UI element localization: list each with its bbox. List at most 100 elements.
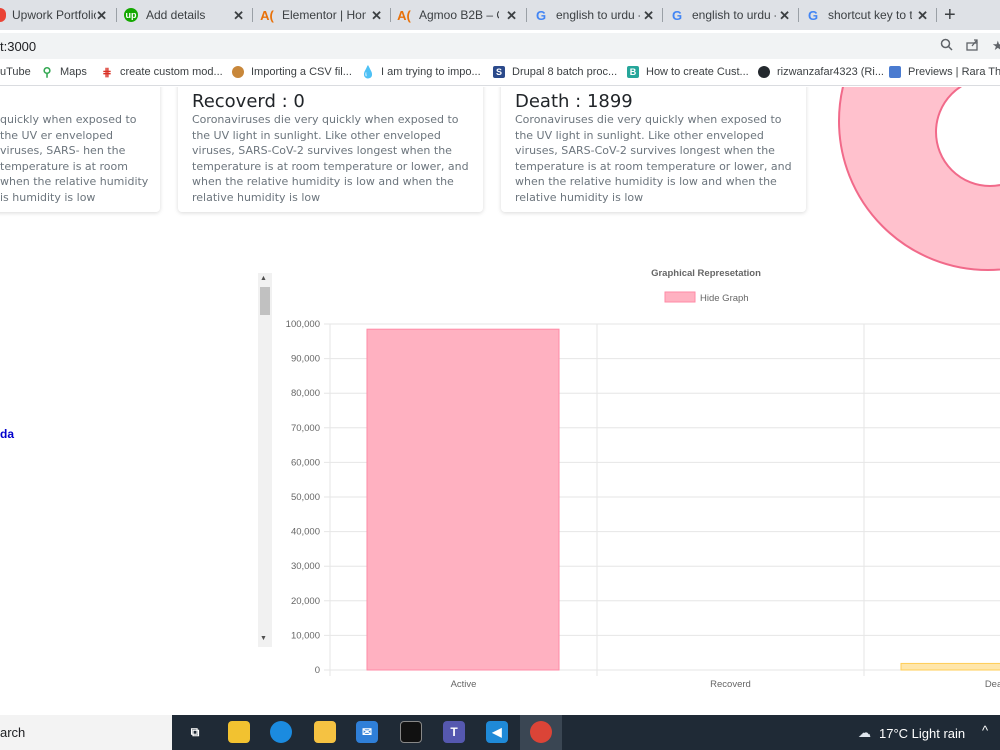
drupal-icon: 💧 [360,65,376,79]
search-text: arch [0,725,26,740]
tab-add-details[interactable]: up Add details ✕ [124,0,250,30]
close-icon[interactable]: ✕ [643,8,654,24]
y-tick-label: 0 [315,665,320,676]
google-icon: G [671,7,683,23]
browser-toolbar: t:3000 ★ [0,30,1000,62]
legend[interactable]: Hide Graph [664,291,749,304]
legend-swatch[interactable] [664,291,696,303]
terminal-icon[interactable] [400,721,422,743]
chart-title: Graphical Represetation [651,268,761,279]
previews-icon [889,66,901,78]
bookmark-previews[interactable]: Previews | Rara The... [889,66,1000,78]
y-tick-label: 80,000 [291,388,320,399]
bookmark-github[interactable]: rizwanzafar4323 (Ri... [758,66,884,78]
bar-chart: Graphical Represetation Hide Graph 100,0… [286,268,1000,690]
bookmark-drupal-batch[interactable]: S Drupal 8 batch proc... [493,66,617,78]
bookmark-youtube[interactable]: uTube [0,66,31,78]
cloud-rain-icon: ☁ [858,725,871,740]
card-text: quickly when exposed to the UV er envelo… [0,113,149,204]
tab-english-urdu-1[interactable]: G english to urdu - ✕ [534,0,660,30]
x-tick-label: Active [451,679,477,690]
y-axis-ticks: 100,000 90,000 80,000 70,000 60,000 50,000 40,… [286,319,320,676]
scroll-up-arrow-icon[interactable]: ▲ [260,275,267,282]
y-tick-label: 20,000 [291,596,320,607]
close-icon[interactable]: ✕ [96,8,107,24]
bookmark-create-custom[interactable]: ⋕ create custom mod... [101,66,223,79]
side-link[interactable]: da [0,427,14,441]
bookmark-drupal-import[interactable]: 💧 I am trying to impo... [360,65,481,79]
card-text: Coronaviruses die very quickly when expo… [192,113,469,204]
maps-pin-icon: ⚲ [42,65,52,79]
bookmark-label: uTube [0,66,31,78]
bookmark-label: Drupal 8 batch proc... [512,66,618,78]
file-explorer-icon[interactable] [314,721,336,743]
close-icon[interactable]: ✕ [233,8,244,24]
tab-title: shortcut key to ta [828,8,912,22]
tab-divider [252,8,253,22]
store-icon[interactable] [228,721,250,743]
death-card: Death : 1899 Coronaviruses die very quic… [501,87,806,212]
bookmark-importing-csv[interactable]: Importing a CSV fil... [232,66,352,78]
edge-icon[interactable] [270,721,292,743]
inner-scrollbar[interactable]: ▲ ▼ [258,273,272,647]
bar-death [900,662,1000,671]
url-text[interactable]: t:3000 [0,39,36,54]
bookmarks-bar: uTube ⚲ Maps ⋕ create custom mod... Impo… [0,62,1000,86]
tab-divider [390,8,391,22]
close-icon[interactable]: ✕ [371,8,382,24]
zoom-search-icon[interactable] [940,38,953,54]
active-card: quickly when exposed to the UV er envelo… [0,87,160,212]
grid-icon: ⋕ [102,66,112,79]
tab-divider [798,8,799,22]
google-icon: G [535,7,547,23]
scroll-down-arrow-icon[interactable]: ▼ [260,635,267,642]
vscode-icon[interactable]: ◀ [486,721,508,743]
y-tick-label: 100,000 [286,319,320,330]
tab-title: english to urdu - [692,8,776,22]
tab-title: english to urdu - [556,8,640,22]
bookmark-label: I am trying to impo... [381,66,481,78]
tab-title: Add details [146,8,206,22]
close-icon[interactable]: ✕ [779,8,790,24]
chrome-icon[interactable] [530,721,552,743]
y-tick-label: 70,000 [291,423,320,434]
tab-divider [936,8,937,22]
y-tick-label: 60,000 [291,457,320,468]
address-bar[interactable]: t:3000 ★ [0,33,1000,59]
new-tab-plus-icon[interactable]: + [944,4,956,27]
legend-label[interactable]: Hide Graph [700,293,749,304]
close-icon[interactable]: ✕ [917,8,928,24]
tab-divider [116,8,117,22]
tab-english-urdu-2[interactable]: G english to urdu - ✕ [670,0,796,30]
bookmark-maps[interactable]: ⚲ Maps [41,65,87,79]
mail-icon[interactable]: ✉ [356,721,378,743]
y-tick-label: 30,000 [291,561,320,572]
teams-icon[interactable]: T [443,721,465,743]
task-view-icon[interactable]: ⧉ [184,721,206,743]
weather-widget[interactable]: ☁ 17°C Light rain [858,725,965,741]
y-tick-label: 40,000 [291,527,320,538]
bookmark-how-to-create[interactable]: B How to create Cust... [627,66,749,78]
x-tick-label: Recoverd [710,679,751,690]
x-tick-label: Death [985,679,1000,690]
x-axis-ticks: Active Recoverd Death [451,679,1000,690]
bookmark-label: Previews | Rara The... [908,66,1000,78]
chevron-up-icon[interactable]: ^ [982,723,988,738]
tab-agmoo[interactable]: A( Agmoo B2B – On ✕ [397,0,523,30]
bookmark-star-icon[interactable]: ★ [992,38,1000,54]
bookmark-label: create custom mod... [120,66,223,78]
bookmark-label: Maps [60,66,87,78]
close-icon[interactable]: ✕ [506,8,517,24]
tab-upwork-portfolio[interactable]: Upwork Portfolio ✕ [0,0,113,30]
tab-shortcut-key[interactable]: G shortcut key to ta ✕ [806,0,934,30]
share-icon[interactable] [966,38,980,54]
y-tick-label: 90,000 [291,354,320,365]
upwork-red-icon [0,8,6,22]
tab-strip: Upwork Portfolio ✕ up Add details ✕ A( E… [0,0,1000,30]
agmoo-icon: A( [397,7,411,23]
scroll-thumb[interactable] [260,287,270,315]
card-title: Recoverd : 0 [192,91,305,112]
taskbar-search-box[interactable]: arch [0,715,172,750]
bookmark-label: How to create Cust... [646,66,749,78]
tab-elementor[interactable]: A( Elementor | Home ✕ [260,0,388,30]
